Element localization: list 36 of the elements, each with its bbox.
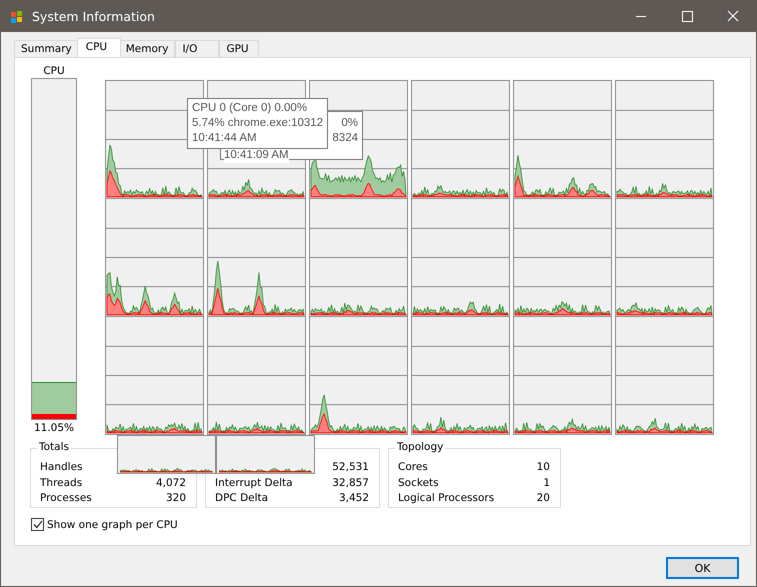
- stat-label: Logical Processors: [398, 492, 496, 506]
- stat-label: Sockets: [398, 476, 440, 490]
- stat-value: 20: [536, 492, 550, 506]
- meter-label: CPU: [43, 65, 65, 78]
- stat-value: 1: [542, 476, 550, 490]
- stat-value: 32,857: [332, 476, 369, 490]
- stat-label: Interrupt Delta: [215, 476, 294, 490]
- stat-value: 52,531: [332, 461, 369, 475]
- ok-button[interactable]: OK: [666, 557, 739, 579]
- stat-label: Handles: [40, 461, 84, 475]
- tab[interactable]: CPU: [76, 38, 121, 57]
- stat-label: Cores: [398, 461, 429, 475]
- window-title: System Information: [32, 9, 156, 24]
- cpu-reading: 11.05%: [34, 422, 74, 435]
- tooltip-text: 10:41:44 AM: [192, 131, 257, 146]
- tab[interactable]: I/O: [175, 40, 220, 57]
- tooltip-text: 10:41:09 AM: [224, 148, 289, 163]
- tooltip-text: CPU 0 (Core 0) 0.00%: [192, 101, 308, 116]
- stat-label: Threads: [40, 476, 84, 490]
- stat-value: 10: [536, 461, 550, 475]
- tooltip-text: 0%: [341, 116, 358, 131]
- stat-value: 320: [164, 492, 186, 506]
- group-title: Totals: [37, 441, 71, 453]
- app-icon: [9, 8, 25, 24]
- tooltip-text: 5.74% chrome.exe:10312: [192, 116, 324, 131]
- stat-label: Processes: [40, 492, 93, 506]
- stat-value: 3,452: [338, 492, 369, 506]
- tab[interactable]: GPU: [219, 40, 260, 57]
- tab[interactable]: Summary: [14, 40, 79, 57]
- checkbox-label: Show one graph per CPU: [47, 518, 178, 530]
- stat-label: DPC Delta: [215, 492, 270, 506]
- tooltip-text: 8324: [332, 131, 358, 146]
- checkbox[interactable]: [31, 518, 44, 531]
- tab[interactable]: Memory: [118, 40, 176, 57]
- stat-value: 4,072: [156, 476, 186, 490]
- group-title: Topology: [395, 441, 446, 453]
